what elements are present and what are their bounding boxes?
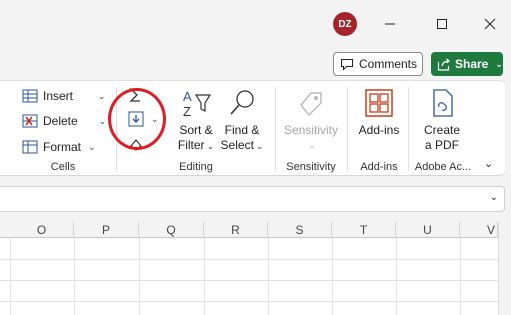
find-select-line1: Find & [224, 123, 260, 137]
svg-text:A: A [183, 89, 192, 104]
comments-button[interactable]: Comments [333, 52, 423, 76]
share-button[interactable]: Share ⌄ [431, 52, 503, 76]
maximize-button[interactable] [428, 10, 456, 38]
create-pdf-line2: a PDF [424, 138, 459, 152]
formula-bar[interactable]: ⌄ [0, 186, 505, 212]
user-avatar[interactable]: DZ [333, 12, 357, 36]
grid-line [10, 238, 11, 315]
sensitivity-button[interactable]: Sensitivity ⌄ [280, 87, 342, 153]
ribbon-home: Insert ⌄ Delete ⌄ Format ⌄ Cells ⌄ ⌄ AZ … [0, 80, 505, 176]
find-select-line2: Select ⌄ [220, 138, 264, 152]
cells-group-label: Cells [50, 161, 76, 173]
share-icon [437, 58, 450, 71]
ribbon-collapse-chevron-icon[interactable]: ⌄ [484, 157, 493, 170]
title-bar: DZ [0, 0, 511, 46]
sensitivity-tag-icon [300, 92, 322, 117]
insert-cells-icon [22, 89, 38, 103]
formula-bar-expand-chevron-icon[interactable]: ⌄ [490, 192, 498, 203]
add-ins-grid-icon [365, 89, 393, 117]
svg-text:Z: Z [183, 104, 191, 119]
column-header-s[interactable]: S [268, 222, 332, 238]
grid-line [0, 280, 498, 281]
sensitivity-group-label: Sensitivity [286, 161, 336, 173]
grid-line [460, 238, 461, 315]
magnifier-icon [230, 90, 254, 115]
vertical-scrollbar[interactable] [498, 222, 511, 315]
group-divider [275, 87, 276, 171]
find-select-button[interactable]: Find & Select ⌄ [220, 87, 264, 154]
delete-label: Delete [43, 114, 78, 128]
format-chevron-down-icon[interactable]: ⌄ [88, 142, 96, 153]
close-icon [484, 18, 496, 30]
sort-filter-line1: Sort & [179, 123, 213, 137]
insert-label: Insert [43, 89, 74, 103]
column-header-v[interactable]: V [460, 222, 498, 238]
grid-line [0, 259, 498, 260]
group-divider [347, 87, 348, 171]
add-ins-button-label: Add-ins [358, 123, 400, 137]
column-header-p[interactable]: P [74, 222, 139, 238]
minimize-icon [385, 23, 395, 25]
grid-line [268, 238, 269, 315]
comments-label: Comments [359, 57, 418, 71]
grid-line [332, 238, 333, 315]
column-header-o[interactable]: O [10, 222, 74, 238]
add-ins-group-label: Add-ins [360, 161, 398, 173]
sort-filter-line2: Filter ⌄ [177, 138, 215, 152]
column-header-q[interactable]: Q [139, 222, 204, 238]
add-ins-button[interactable]: Add-ins [354, 87, 404, 138]
grid-line [74, 238, 75, 315]
close-button[interactable] [476, 10, 504, 38]
column-header-t[interactable]: T [332, 222, 396, 238]
insert-cells-button[interactable]: Insert ⌄ [22, 88, 106, 104]
find-select-chevron-down-icon: ⌄ [255, 141, 264, 151]
highlight-circle-annotation [108, 88, 166, 150]
create-pdf-icon [433, 89, 453, 117]
grid-line [0, 301, 498, 302]
column-header-u[interactable]: U [396, 222, 460, 238]
delete-cells-icon [22, 114, 38, 128]
format-cells-button[interactable]: Format ⌄ [22, 139, 96, 155]
sort-filter-button[interactable]: AZ Sort & Filter ⌄ [174, 87, 218, 154]
insert-chevron-down-icon[interactable]: ⌄ [98, 91, 106, 102]
worksheet-grid[interactable]: O P Q R S T U V [0, 222, 498, 315]
grid-line [139, 238, 140, 315]
sort-filter-icon: AZ [183, 89, 212, 119]
adobe-group-label: Adobe Ac... [414, 161, 472, 173]
create-pdf-button[interactable]: Create a PDF [414, 87, 470, 153]
sensitivity-chevron-down-icon: ⌄ [308, 140, 316, 150]
share-label: Share [455, 57, 489, 71]
format-cells-icon [22, 140, 38, 154]
create-pdf-line1: Create [423, 123, 461, 137]
group-divider [408, 87, 409, 171]
sensitivity-button-label: Sensitivity [283, 123, 339, 137]
share-chevron-down-icon[interactable]: ⌄ [495, 59, 503, 70]
maximize-icon [437, 19, 447, 29]
delete-cells-button[interactable]: Delete ⌄ [22, 113, 106, 129]
grid-line [204, 238, 205, 315]
comment-icon [341, 58, 353, 71]
sort-filter-chevron-down-icon: ⌄ [206, 141, 215, 151]
minimize-button[interactable] [376, 10, 404, 38]
format-label: Format [43, 140, 82, 154]
column-header-r[interactable]: R [204, 222, 268, 238]
grid-line [396, 238, 397, 315]
column-headers: O P Q R S T U V [0, 222, 498, 238]
editing-group-label: Editing [179, 161, 213, 173]
delete-chevron-down-icon[interactable]: ⌄ [99, 116, 107, 127]
